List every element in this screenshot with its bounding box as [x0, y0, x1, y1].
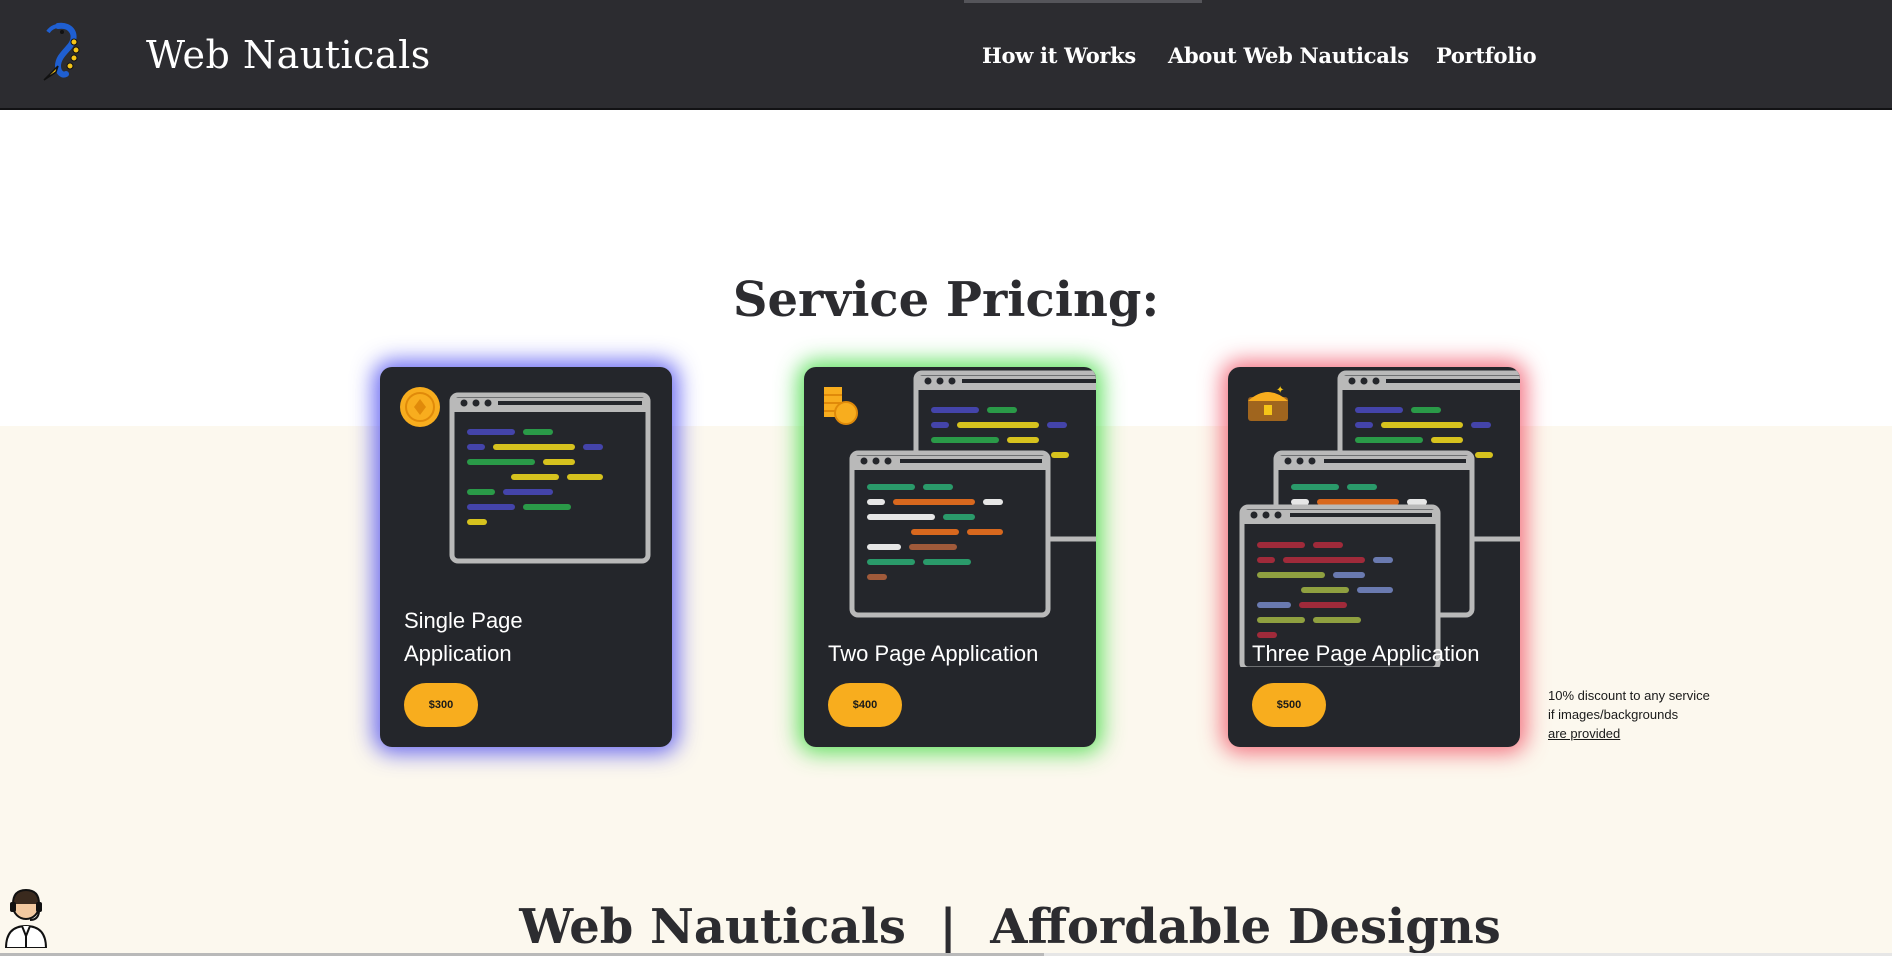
discount-note: 10% discount to any service if images/ba… — [1548, 686, 1710, 743]
gold-coin-icon — [400, 387, 440, 427]
section-title: Service Pricing: — [732, 272, 1160, 328]
discount-line-1: 10% discount to any service — [1548, 688, 1710, 703]
nav-link-portfolio[interactable]: Portfolio — [1436, 43, 1537, 68]
svg-text:✦: ✦ — [1276, 385, 1284, 396]
card-title: Single Page Application — [404, 608, 523, 666]
seahorse-logo-icon[interactable] — [36, 20, 86, 84]
nav-link-about[interactable]: About Web Nauticals — [1168, 43, 1409, 68]
pricing-card-single-page[interactable]: Single Page Application $300 — [380, 367, 672, 747]
pricing-card-two-page[interactable]: Two Page Application $400 — [804, 367, 1096, 747]
nav-active-indicator — [964, 0, 1202, 3]
discount-link[interactable]: are provided — [1548, 724, 1710, 743]
nav-link-how-it-works[interactable]: How it Works — [982, 43, 1136, 68]
card-title: Two Page Application — [828, 641, 1039, 666]
top-navbar: Web Nauticals How it Works About Web Nau… — [0, 0, 1892, 110]
coin-stack-icon — [824, 387, 858, 425]
brand-name[interactable]: Web Nauticals — [146, 33, 431, 77]
tagline-heading: Web Nauticals | Affordable Designs — [519, 899, 1501, 955]
card-title: Three Page Application — [1252, 641, 1480, 666]
code-windows-illustration: ✦ — [1239, 370, 1520, 667]
price-button-500[interactable]: $500 — [1252, 683, 1326, 727]
discount-line-2: if images/backgrounds — [1548, 707, 1679, 722]
price-button-300[interactable]: $300 — [404, 683, 478, 727]
pricing-card-three-page[interactable]: ✦ Three Page Application $500 — [1228, 367, 1520, 747]
price-button-400[interactable]: $400 — [828, 683, 902, 727]
customer-support-icon[interactable] — [2, 886, 50, 948]
treasure-chest-icon: ✦ — [1248, 385, 1288, 421]
code-windows-illustration — [824, 370, 1096, 618]
